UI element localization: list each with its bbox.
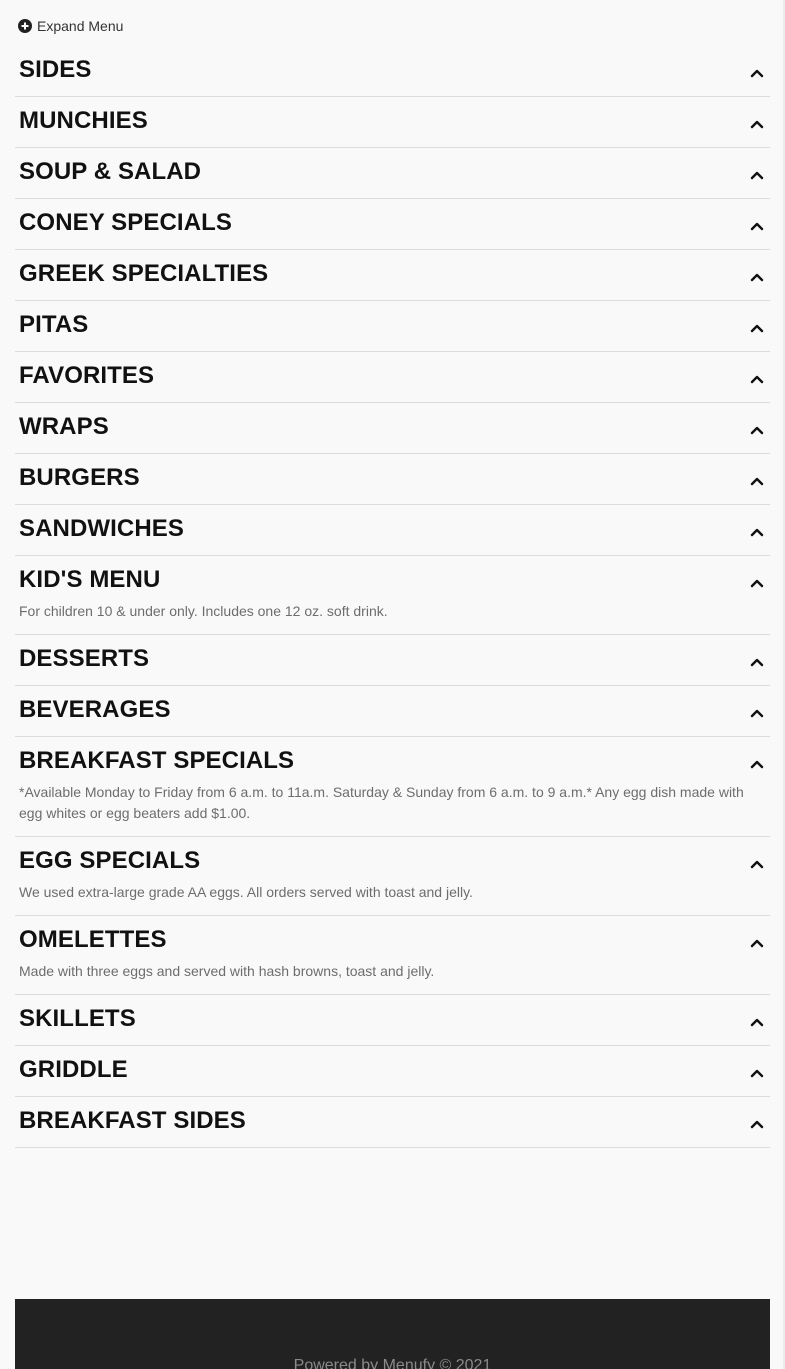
section-title: BREAKFAST SIDES — [19, 1107, 246, 1134]
section-title: GRIDDLE — [19, 1056, 128, 1083]
chevron-up-icon[interactable] — [749, 218, 765, 234]
menu-section[interactable]: SANDWICHES — [15, 505, 770, 556]
section-title: PITAS — [19, 311, 89, 338]
menu-section[interactable]: SKILLETS — [15, 995, 770, 1046]
chevron-up-icon[interactable] — [749, 320, 765, 336]
section-header[interactable]: SIDES — [19, 56, 766, 84]
section-header[interactable]: MUNCHIES — [19, 107, 766, 135]
chevron-up-icon[interactable] — [749, 269, 765, 285]
section-description: Made with three eggs and served with has… — [19, 963, 435, 979]
section-header[interactable]: CONEY SPECIALS — [19, 209, 766, 237]
section-header[interactable]: FAVORITES — [19, 362, 766, 390]
chevron-up-icon[interactable] — [749, 1014, 765, 1030]
footer-text: Powered by Menufy © 2021 — [293, 1357, 492, 1369]
chevron-up-icon[interactable] — [749, 756, 765, 772]
chevron-up-icon[interactable] — [749, 575, 765, 591]
menu-section[interactable]: BURGERS — [15, 454, 770, 505]
menu-section[interactable]: FAVORITES — [15, 352, 770, 403]
menu-section[interactable]: EGG SPECIALS We used extra-large grade AA… — [15, 837, 770, 916]
section-header[interactable]: KID'S MENU — [19, 566, 766, 594]
chevron-up-icon[interactable] — [749, 65, 765, 81]
chevron-up-icon[interactable] — [749, 935, 765, 951]
menu-section[interactable]: BREAKFAST SIDES — [15, 1097, 770, 1148]
section-description: *Available Monday to Friday from 6 a.m. … — [19, 784, 744, 821]
section-title: BREAKFAST SPECIALS — [19, 747, 295, 774]
section-header[interactable]: GRIDDLE — [19, 1056, 766, 1084]
menu-page: Expand Menu SIDES MUNCHIES SOUP & SALAD CON… — [0, 0, 785, 1369]
chevron-up-icon[interactable] — [749, 473, 765, 489]
section-header[interactable]: PITAS — [19, 311, 766, 339]
section-header[interactable]: BURGERS — [19, 464, 766, 492]
section-title: WRAPS — [19, 413, 109, 440]
section-title: OMELETTES — [19, 926, 167, 953]
section-title: BURGERS — [19, 464, 140, 491]
section-header[interactable]: SANDWICHES — [19, 515, 766, 543]
section-title: BEVERAGES — [19, 696, 171, 723]
section-header[interactable]: DESSERTS — [19, 645, 766, 673]
section-description: We used extra-large grade AA eggs. All o… — [19, 884, 473, 900]
menu-section[interactable]: BEVERAGES — [15, 686, 770, 737]
menu-section[interactable]: GRIDDLE — [15, 1046, 770, 1097]
plus-circle-icon — [18, 19, 32, 33]
section-header[interactable]: BREAKFAST SIDES — [19, 1107, 766, 1135]
section-title: MUNCHIES — [19, 107, 148, 134]
menu-section[interactable]: BREAKFAST SPECIALS *Available Monday to F… — [15, 737, 770, 837]
section-header[interactable]: BREAKFAST SPECIALS — [19, 747, 766, 775]
menu-section[interactable]: GREEK SPECIALTIES — [15, 250, 770, 301]
section-title: DESSERTS — [19, 645, 150, 672]
section-title: CONEY SPECIALS — [19, 209, 233, 236]
chevron-up-icon[interactable] — [749, 524, 765, 540]
expand-menu-button[interactable]: Expand Menu — [18, 18, 123, 34]
footer: Powered by Menufy © 2021 — [15, 1299, 770, 1369]
chevron-up-icon[interactable] — [749, 705, 765, 721]
section-title: FAVORITES — [19, 362, 155, 389]
chevron-up-icon[interactable] — [749, 167, 765, 183]
expand-menu-label: Expand Menu — [37, 18, 124, 34]
section-title: GREEK SPECIALTIES — [19, 260, 269, 287]
section-header[interactable]: SOUP & SALAD — [19, 158, 766, 186]
section-header[interactable]: GREEK SPECIALTIES — [19, 260, 766, 288]
chevron-up-icon[interactable] — [749, 1065, 765, 1081]
section-header[interactable]: BEVERAGES — [19, 696, 766, 724]
section-title: SOUP & SALAD — [19, 158, 202, 185]
menu-section[interactable]: WRAPS — [15, 403, 770, 454]
menu-section[interactable]: DESSERTS — [15, 635, 770, 686]
menu-section[interactable]: SOUP & SALAD — [15, 148, 770, 199]
menu-category-list: SIDES MUNCHIES SOUP & SALAD CONEY SPECIALS G… — [15, 46, 770, 1148]
chevron-up-icon[interactable] — [749, 116, 765, 132]
chevron-up-icon[interactable] — [749, 371, 765, 387]
chevron-up-icon[interactable] — [749, 1116, 765, 1132]
chevron-up-icon[interactable] — [749, 422, 765, 438]
menu-section[interactable]: PITAS — [15, 301, 770, 352]
section-header[interactable]: EGG SPECIALS — [19, 847, 766, 875]
section-title: SKILLETS — [19, 1005, 136, 1032]
section-header[interactable]: SKILLETS — [19, 1005, 766, 1033]
section-title: KID'S MENU — [19, 566, 161, 593]
section-title: SANDWICHES — [19, 515, 185, 542]
menu-section[interactable]: MUNCHIES — [15, 97, 770, 148]
section-header[interactable]: WRAPS — [19, 413, 766, 441]
section-description: For children 10 & under only. Includes o… — [19, 603, 388, 619]
section-header[interactable]: OMELETTES — [19, 926, 766, 954]
section-title: EGG SPECIALS — [19, 847, 201, 874]
section-title: SIDES — [19, 56, 92, 83]
menu-section[interactable]: OMELETTES Made with three eggs and served… — [15, 916, 770, 995]
chevron-up-icon[interactable] — [749, 654, 765, 670]
chevron-up-icon[interactable] — [749, 856, 765, 872]
menu-section[interactable]: KID'S MENU For children 10 & under only. … — [15, 556, 770, 635]
menu-section[interactable]: CONEY SPECIALS — [15, 199, 770, 250]
menu-section[interactable]: SIDES — [15, 46, 770, 97]
